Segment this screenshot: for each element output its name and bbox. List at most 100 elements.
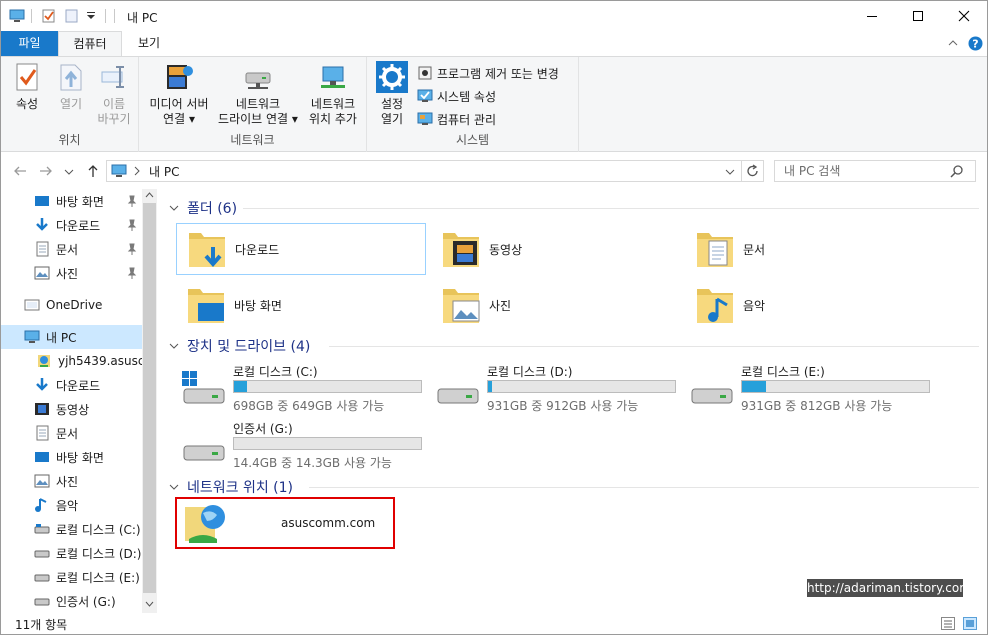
qat-dropdown-icon[interactable] [86, 12, 96, 20]
nav-item-desktop-quick[interactable]: 바탕 화면 [1, 189, 142, 213]
drive-usage-fill [234, 381, 248, 392]
scroll-up-icon[interactable] [145, 192, 154, 198]
drive-d[interactable]: 로컬 디스크 (D:) 931GB 중 912GB 사용 가능 [432, 363, 682, 413]
ribbon-group-network: 미디어 서버 연결 ▾ 네트워크 드라이브 연결 ▾ 네트워크 위치 추가 네트… [139, 57, 367, 152]
uninstall-program-button[interactable]: 프로그램 제거 또는 변경 [417, 63, 559, 83]
pin-icon[interactable] [127, 219, 137, 231]
help-icon[interactable]: ? [968, 36, 983, 51]
forward-arrow-icon[interactable] [39, 165, 53, 177]
drive-free-space: 698GB 중 649GB 사용 가능 [233, 399, 385, 413]
address-history-dropdown-icon[interactable] [725, 168, 735, 176]
drive-g[interactable]: 인증서 (G:) 14.4GB 중 14.3GB 사용 가능 [178, 420, 428, 470]
drive-e[interactable]: 로컬 디스크 (E:) 931GB 중 812GB 사용 가능 [686, 363, 936, 413]
open-settings-button[interactable]: 설정 열기 [371, 61, 413, 127]
minimize-icon [867, 16, 877, 17]
chevron-down-icon [169, 343, 179, 349]
nav-item-videos[interactable]: 동영상 [1, 397, 142, 421]
nav-item-network-location[interactable]: yjh5439.asuscom [1, 349, 142, 373]
nav-item-this-pc[interactable]: 내 PC [1, 325, 142, 349]
pc-icon[interactable] [9, 9, 25, 23]
system-properties-icon [417, 89, 433, 102]
drive-icon [34, 550, 50, 558]
new-folder-qat-icon[interactable] [64, 8, 80, 24]
map-network-drive-button[interactable]: 네트워크 드라이브 연결 ▾ [215, 61, 301, 127]
pin-icon[interactable] [127, 267, 137, 279]
breadcrumb-chevron-icon[interactable] [133, 166, 141, 176]
title-separator [114, 9, 115, 23]
open-icon [60, 64, 82, 91]
folder-music[interactable]: 음악 [685, 279, 935, 331]
computer-management-button[interactable]: 컴퓨터 관리 [417, 109, 496, 129]
up-arrow-icon[interactable] [87, 164, 99, 178]
nav-item-onedrive[interactable]: OneDrive [1, 293, 142, 317]
scroll-down-icon[interactable] [145, 601, 154, 607]
properties-button[interactable]: 속성 [9, 61, 45, 112]
section-header-folders[interactable]: 폴더 (6) [169, 198, 237, 218]
nav-item-drive-c[interactable]: 로컬 디스크 (C:) [1, 517, 142, 541]
details-view-icon[interactable] [941, 617, 955, 630]
refresh-icon [746, 164, 758, 177]
nav-item-drive-g[interactable]: 인증서 (G:) [1, 589, 142, 613]
watermark-url: http://adariman.tistory.com [807, 579, 971, 597]
media-server-connect-button[interactable]: 미디어 서버 연결 ▾ [145, 61, 213, 127]
back-arrow-icon[interactable] [13, 165, 27, 177]
close-button[interactable] [941, 1, 987, 31]
tab-view[interactable]: 보기 [122, 31, 176, 56]
pin-icon[interactable] [127, 195, 137, 207]
pin-icon[interactable] [127, 243, 137, 255]
address-bar[interactable]: 내 PC [106, 160, 742, 182]
ribbon-collapse-icon[interactable] [948, 39, 958, 47]
folder-desktop[interactable]: 바탕 화면 [176, 279, 426, 331]
refresh-button[interactable] [742, 160, 764, 182]
large-icons-view-icon[interactable] [963, 617, 977, 630]
add-network-location-button[interactable]: 네트워크 위치 추가 [303, 61, 363, 127]
search-icon[interactable] [950, 164, 964, 178]
section-header-drives[interactable]: 장치 및 드라이브 (4) [169, 336, 310, 356]
qat-separator [31, 9, 32, 23]
section-header-network-locations[interactable]: 네트워크 위치 (1) [169, 477, 293, 497]
rename-button[interactable]: 이름 바꾸기 [94, 61, 134, 127]
group-label-network: 네트워크 [230, 133, 275, 147]
computer-management-icon [417, 112, 433, 125]
group-label-system: 시스템 [455, 133, 490, 147]
recent-locations-chevron-icon[interactable] [64, 168, 74, 176]
search-box[interactable] [774, 160, 976, 182]
network-location-asuscomm[interactable]: asuscomm.com [175, 497, 395, 549]
drive-free-space: 14.4GB 중 14.3GB 사용 가능 [233, 456, 392, 470]
rename-icon [101, 66, 124, 88]
nav-item-pictures-quick[interactable]: 사진 [1, 261, 142, 285]
breadcrumb-my-pc[interactable]: 내 PC [149, 163, 179, 180]
nav-item-drive-d[interactable]: 로컬 디스크 (D:) [1, 541, 142, 565]
maximize-button[interactable] [895, 1, 941, 31]
nav-item-desktop[interactable]: 바탕 화면 [1, 445, 142, 469]
drive-usage-bar [233, 437, 422, 450]
nav-item-drive-e[interactable]: 로컬 디스크 (E:) [1, 565, 142, 589]
tab-file[interactable]: 파일 [1, 31, 58, 56]
nav-scroll-thumb[interactable] [143, 203, 156, 593]
drive-icon [34, 524, 50, 534]
nav-item-music[interactable]: 음악 [1, 493, 142, 517]
network-drive-icon [245, 72, 271, 89]
picture-folder-icon [443, 289, 480, 323]
content-pane: 폴더 (6) 다운로드 동영상 문서 바탕 화면 사진 음악 장치 및 드라이브… [161, 189, 987, 613]
nav-item-downloads[interactable]: 다운로드 [1, 373, 142, 397]
system-properties-button[interactable]: 시스템 속성 [417, 86, 496, 106]
properties-qat-icon[interactable] [41, 8, 57, 24]
minimize-button[interactable] [849, 1, 895, 31]
folder-videos[interactable]: 동영상 [431, 223, 681, 275]
drive-c[interactable]: 로컬 디스크 (C:) 698GB 중 649GB 사용 가능 [178, 363, 428, 413]
nav-scrollbar[interactable] [142, 189, 157, 613]
tab-computer[interactable]: 컴퓨터 [58, 31, 122, 57]
nav-item-documents[interactable]: 문서 [1, 421, 142, 445]
search-input[interactable] [775, 164, 950, 178]
folder-documents[interactable]: 문서 [685, 223, 935, 275]
folder-pictures[interactable]: 사진 [431, 279, 681, 331]
svg-text:?: ? [972, 38, 978, 51]
download-icon [36, 218, 48, 231]
properties-icon [16, 63, 38, 91]
open-button[interactable]: 열기 [53, 61, 89, 112]
nav-item-pictures[interactable]: 사진 [1, 469, 142, 493]
folder-downloads[interactable]: 다운로드 [176, 223, 426, 275]
nav-item-downloads-quick[interactable]: 다운로드 [1, 213, 142, 237]
nav-item-documents-quick[interactable]: 문서 [1, 237, 142, 261]
